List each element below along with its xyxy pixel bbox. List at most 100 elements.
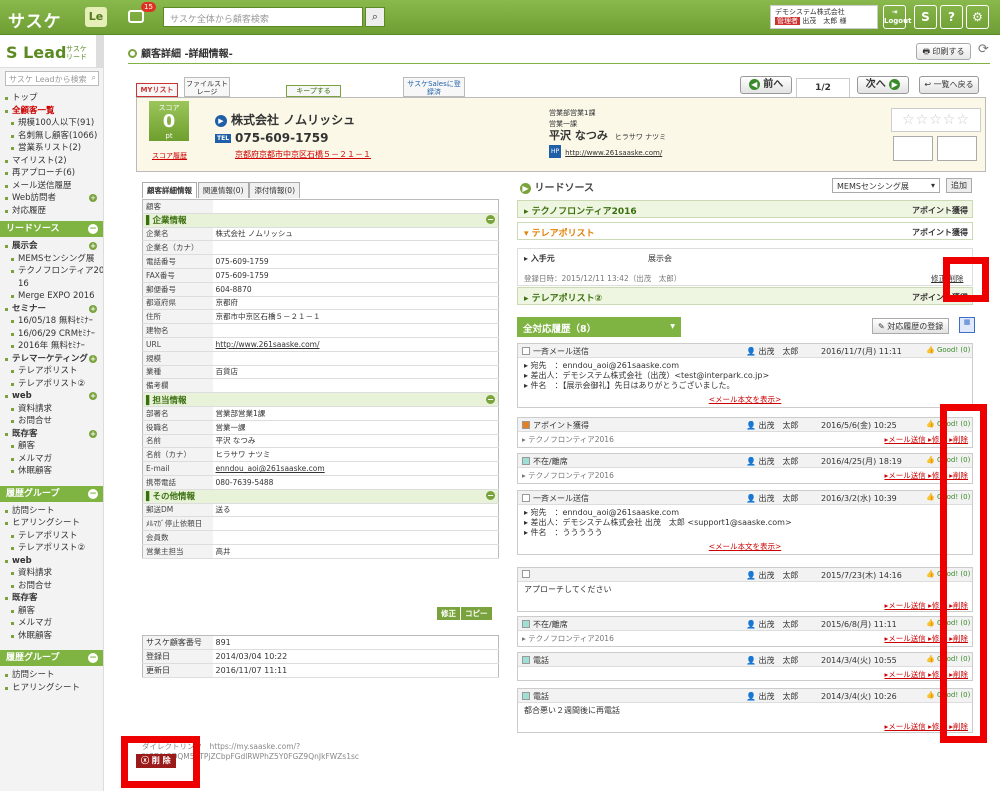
- collapse-icon[interactable]: −: [486, 394, 495, 404]
- history-title[interactable]: 全対応履歴（8） ▾: [517, 317, 681, 337]
- sidebar-item[interactable]: 既存客: [4, 592, 99, 605]
- image-box-2[interactable]: [937, 136, 977, 161]
- sidebar-item[interactable]: テレアポリスト: [4, 530, 99, 543]
- add-icon[interactable]: +: [89, 354, 97, 363]
- image-box-1[interactable]: [893, 136, 933, 161]
- sidebar-item[interactable]: MEMSセンシング展: [4, 253, 99, 266]
- back-to-list-button[interactable]: ↩ 一覧へ戻る: [919, 76, 979, 94]
- lead-source-select[interactable]: MEMSセンシング展 ▾: [832, 178, 940, 193]
- lead-source-section[interactable]: リードソース −: [0, 221, 103, 237]
- sidebar-item[interactable]: 既存客 +: [4, 428, 99, 441]
- tab-keep[interactable]: キープする: [286, 85, 341, 97]
- history-group-section[interactable]: 履歴グループ −: [0, 485, 103, 502]
- tab-detail[interactable]: 顧客詳細情報: [142, 182, 197, 198]
- add-icon[interactable]: +: [89, 304, 97, 313]
- sidebar-item[interactable]: お問合せ: [4, 580, 99, 593]
- global-search-input[interactable]: サスケ全体から顧客検索: [163, 7, 363, 27]
- edit-button[interactable]: 修正: [437, 607, 460, 620]
- sidebar-item[interactable]: Web訪問者 +: [4, 192, 99, 205]
- collapse-icon[interactable]: −: [486, 215, 495, 225]
- calendar-icon[interactable]: ▦: [959, 317, 975, 333]
- sidebar-item[interactable]: 顧客: [4, 440, 99, 453]
- sidebar-collapse-handle[interactable]: [96, 35, 103, 68]
- sidebar-item[interactable]: 訪問シート: [4, 505, 99, 518]
- lead-row[interactable]: ▸ テクノフロンティア2016 アポイント獲得: [517, 200, 973, 218]
- register-history-button[interactable]: ✎ 対応履歴の登録: [872, 318, 950, 334]
- tab-mylist[interactable]: MYリスト: [136, 83, 178, 97]
- lead-row[interactable]: ▸ テレアポリスト② アポイント獲得: [517, 287, 973, 305]
- sidebar-item[interactable]: トップ: [4, 92, 99, 105]
- sidebar-item[interactable]: テレアポリスト②: [4, 378, 99, 391]
- lead-logo[interactable]: S Lead: [6, 43, 66, 62]
- le-button[interactable]: Le: [85, 7, 107, 27]
- sidebar-item[interactable]: ヒアリングシート: [4, 682, 99, 695]
- sidebar-item[interactable]: 16/05/18 無料ｾﾐﾅｰ: [4, 315, 99, 328]
- message-icon[interactable]: [128, 10, 144, 23]
- field-value[interactable]: http://www.261saaske.com/: [212, 337, 499, 352]
- collapse-icon[interactable]: −: [486, 491, 495, 501]
- search-icon[interactable]: ⌕: [92, 73, 96, 83]
- prev-button[interactable]: ◀ 前へ: [740, 76, 792, 94]
- logout-button[interactable]: ⇥ Logout: [883, 5, 911, 29]
- sidebar-item[interactable]: 再アプローチ(6): [4, 167, 99, 180]
- sidebar-search-input[interactable]: サスケ Leadから検索 ⌕: [5, 71, 99, 86]
- sidebar-item[interactable]: テレマーケティング +: [4, 353, 99, 366]
- tab-saaske-sales[interactable]: サスケSalesに登録済: [403, 77, 465, 97]
- lead-row-open[interactable]: ▾ テレアポリスト アポイント獲得: [517, 222, 973, 240]
- app-logo[interactable]: サスケ: [8, 7, 62, 32]
- collapse-icon[interactable]: −: [88, 224, 98, 234]
- add-icon[interactable]: +: [89, 429, 97, 438]
- sidebar-item[interactable]: 資料請求: [4, 567, 99, 580]
- add-icon[interactable]: +: [89, 194, 97, 202]
- history-group-section-2[interactable]: 履歴グループ −: [0, 650, 103, 666]
- next-button[interactable]: 次へ ▶: [857, 76, 909, 94]
- sidebar-item[interactable]: 全顧客一覧: [4, 105, 99, 118]
- tab-related[interactable]: 関連情報(0): [197, 182, 249, 198]
- star-rating[interactable]: ☆☆☆☆☆: [891, 108, 981, 132]
- sidebar-item[interactable]: 展示会 +: [4, 240, 99, 253]
- score-history-link[interactable]: スコア履歴: [152, 151, 187, 161]
- help-icon[interactable]: ?: [940, 5, 963, 29]
- add-icon[interactable]: +: [89, 242, 97, 250]
- sidebar-item[interactable]: ヒアリングシート: [4, 517, 99, 530]
- sidebar-item[interactable]: メルマガ: [4, 453, 99, 466]
- company-address-link[interactable]: 京都府京都市中京区石橋５－２１－１: [235, 149, 371, 160]
- sidebar-item[interactable]: 16: [4, 278, 99, 291]
- person-url-link[interactable]: http://www.261saaske.com/: [565, 149, 662, 157]
- sidebar-item[interactable]: メール送信履歴: [4, 180, 99, 193]
- sidebar-item[interactable]: web +: [4, 390, 99, 403]
- sidebar-item[interactable]: 2016年 無料ｾﾐﾅｰ: [4, 340, 99, 353]
- show-mail-body-link[interactable]: <メール本文を表示>: [518, 394, 972, 407]
- show-mail-body-link[interactable]: <メール本文を表示>: [518, 541, 972, 554]
- tab-attach[interactable]: 添付情報(0): [249, 182, 300, 198]
- sidebar-item[interactable]: web: [4, 555, 99, 568]
- sidebar-item[interactable]: メルマガ: [4, 617, 99, 630]
- gear-icon[interactable]: ⚙: [966, 5, 989, 29]
- collapse-icon[interactable]: −: [88, 488, 98, 499]
- field-value[interactable]: enndou_aoi@261saaske.com: [212, 461, 499, 476]
- refresh-icon[interactable]: ⟳: [978, 42, 989, 57]
- sidebar-item[interactable]: セミナー +: [4, 303, 99, 316]
- sidebar-item[interactable]: 顧客: [4, 605, 99, 618]
- sidebar-item[interactable]: テクノフロンティア20: [4, 265, 103, 278]
- sidebar-item[interactable]: 名刺無し顧客(1066): [4, 130, 99, 143]
- collapse-icon[interactable]: −: [88, 653, 98, 663]
- tab-file-storage[interactable]: ファイルストレージ: [184, 77, 230, 97]
- sidebar-item[interactable]: マイリスト(2): [4, 155, 99, 168]
- sidebar-item[interactable]: 訪問シート: [4, 669, 99, 682]
- sidebar-item[interactable]: 営業系リスト(2): [4, 142, 99, 155]
- sidebar-item[interactable]: テレアポリスト②: [4, 542, 99, 555]
- add-icon[interactable]: +: [89, 392, 97, 400]
- sidebar-item[interactable]: Merge EXPO 2016: [4, 290, 99, 303]
- search-icon[interactable]: ⌕: [365, 7, 385, 27]
- good-button[interactable]: 👍 Good! (0): [926, 346, 970, 354]
- sidebar-item[interactable]: テレアポリスト: [4, 365, 99, 378]
- sidebar-item[interactable]: 資料請求: [4, 403, 99, 416]
- print-button[interactable]: 🖶 印刷する: [916, 43, 971, 60]
- sidebar-item[interactable]: お問合せ: [4, 415, 99, 428]
- sidebar-item[interactable]: 休眠顧客: [4, 465, 99, 478]
- copy-button[interactable]: コピー: [461, 607, 492, 620]
- saaske-icon[interactable]: S: [914, 5, 937, 29]
- sidebar-item[interactable]: 休眠顧客: [4, 630, 99, 643]
- sidebar-item[interactable]: 規模100人以下(91): [4, 117, 99, 130]
